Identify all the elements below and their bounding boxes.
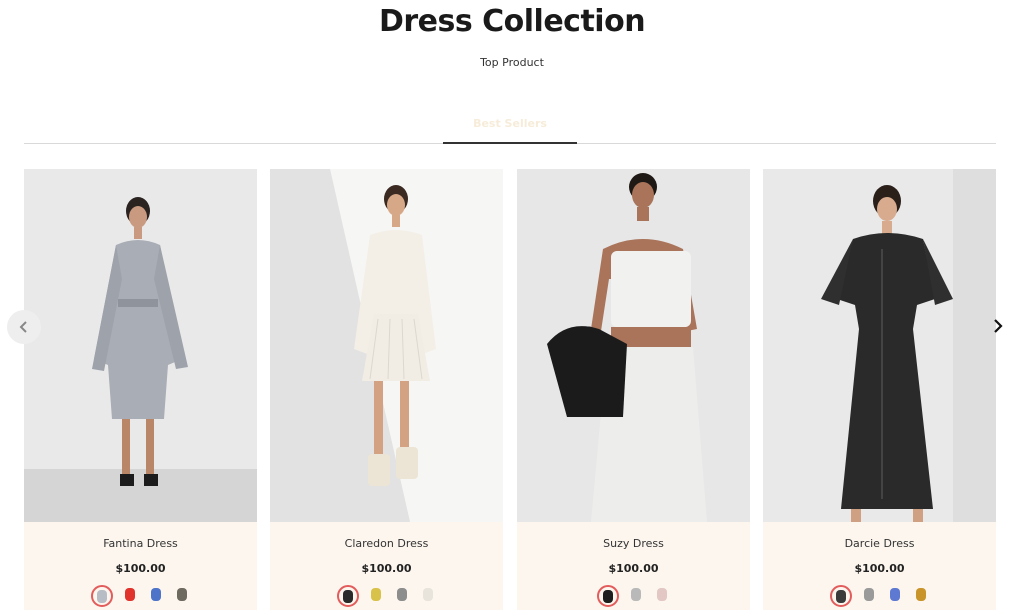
color-swatch[interactable]: [173, 585, 191, 603]
color-swatches: [763, 585, 996, 607]
color-swatches: [517, 585, 750, 607]
product-card[interactable]: Darcie Dress $100.00: [763, 169, 996, 610]
product-price: $100.00: [854, 562, 905, 575]
color-swatch[interactable]: [886, 585, 904, 603]
carousel-next-button[interactable]: [984, 312, 1012, 340]
tab-active-indicator: [443, 142, 577, 144]
chevron-right-icon: [994, 319, 1003, 333]
product-card[interactable]: Fantina Dress $100.00: [24, 169, 257, 610]
product-name[interactable]: Claredon Dress: [270, 537, 503, 550]
color-swatch-selected[interactable]: [90, 585, 113, 607]
product-price: $100.00: [115, 562, 166, 575]
color-swatch[interactable]: [367, 585, 385, 603]
color-swatch[interactable]: [627, 585, 645, 603]
color-swatch[interactable]: [419, 585, 437, 603]
chevron-left-icon: [19, 321, 27, 333]
product-image[interactable]: [270, 169, 503, 522]
color-swatch[interactable]: [147, 585, 165, 603]
carousel-prev-button[interactable]: [7, 310, 41, 344]
color-swatch[interactable]: [912, 585, 930, 603]
product-name[interactable]: Suzy Dress: [517, 537, 750, 550]
color-swatches: [24, 585, 257, 607]
product-image[interactable]: [24, 169, 257, 522]
page-title: Dress Collection: [378, 4, 646, 39]
color-swatch[interactable]: [393, 585, 411, 603]
product-card[interactable]: Claredon Dress $100.00: [270, 169, 503, 610]
color-swatch[interactable]: [860, 585, 878, 603]
color-swatches: [270, 585, 503, 607]
product-image[interactable]: [763, 169, 996, 522]
color-swatch[interactable]: [653, 585, 671, 603]
tab-best-sellers[interactable]: Best Sellers: [443, 117, 577, 130]
product-name[interactable]: Fantina Dress: [24, 537, 257, 550]
color-swatch-selected[interactable]: [336, 585, 359, 607]
page-subtitle: Top Product: [480, 56, 544, 69]
product-price: $100.00: [608, 562, 659, 575]
product-image[interactable]: [517, 169, 750, 522]
color-swatch-selected[interactable]: [829, 585, 852, 607]
product-price: $100.00: [361, 562, 412, 575]
color-swatch[interactable]: [121, 585, 139, 603]
product-name[interactable]: Darcie Dress: [763, 537, 996, 550]
color-swatch-selected[interactable]: [596, 585, 619, 607]
product-card[interactable]: Suzy Dress $100.00: [517, 169, 750, 610]
